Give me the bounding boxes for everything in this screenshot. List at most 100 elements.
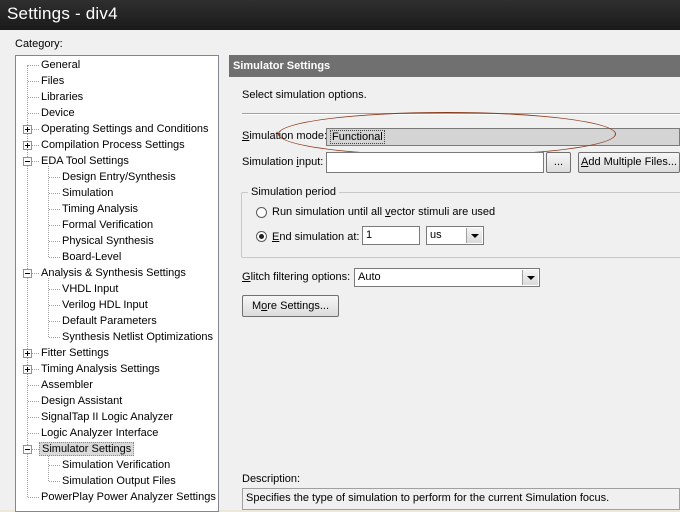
tree-connector (49, 481, 60, 482)
tree-connector (49, 209, 60, 210)
intro-text: Select simulation options. (242, 89, 367, 101)
tree-item[interactable]: Synthesis Netlist Optimizations (60, 329, 215, 345)
tree-connector (49, 225, 60, 226)
tree-connector (28, 81, 39, 82)
tree-item[interactable]: Device (39, 105, 77, 121)
simulation-input-field[interactable] (326, 152, 544, 173)
category-tree[interactable]: General Files Libraries Device Operating Set… (15, 55, 219, 512)
description-label: Description: (242, 473, 301, 485)
chevron-down-icon (466, 228, 482, 243)
tree-item-label: EDA Tool Settings (41, 155, 129, 167)
expand-icon[interactable] (23, 349, 32, 358)
separator (242, 113, 680, 115)
chevron-down-icon (522, 270, 538, 285)
expand-icon[interactable] (23, 125, 32, 134)
run-until-stimuli-radio[interactable] (256, 207, 267, 218)
tree-connector (28, 433, 39, 434)
expand-icon[interactable] (23, 365, 32, 374)
tree-item[interactable]: SignalTap II Logic Analyzer (39, 409, 175, 425)
tree-item-label: SignalTap II Logic Analyzer (41, 411, 174, 423)
tree-connector (28, 417, 39, 418)
collapse-icon[interactable] (23, 269, 32, 278)
tree-connector (49, 305, 60, 306)
expand-icon[interactable] (23, 141, 32, 150)
description-text: Specifies the type of simulation to perf… (246, 492, 610, 504)
simulation-mode-label: Simulation mode: (242, 130, 327, 142)
tree-item[interactable]: PowerPlay Power Analyzer Settings (39, 489, 218, 505)
tree-item-label: Physical Synthesis (62, 235, 154, 247)
tree-item[interactable]: VHDL Input (60, 281, 120, 297)
collapse-icon[interactable] (23, 157, 32, 166)
tree-item[interactable]: Design Entry/Synthesis (60, 169, 178, 185)
tree-item[interactable]: Simulator Settings (39, 441, 135, 457)
description-box: Specifies the type of simulation to perf… (242, 488, 680, 510)
time-unit-value: us (430, 229, 442, 241)
tree-item[interactable]: Analysis & Synthesis Settings (39, 265, 188, 281)
tree-item-label: Libraries (41, 91, 84, 103)
tree-item[interactable]: Simulation Verification (60, 457, 172, 473)
tree-connector (28, 113, 39, 114)
time-unit-select[interactable]: us (426, 226, 484, 245)
tree-item[interactable]: Formal Verification (60, 217, 155, 233)
tree-item-label: Logic Analyzer Interface (41, 427, 159, 439)
tree-item[interactable]: Verilog HDL Input (60, 297, 150, 313)
tree-item[interactable]: Files (39, 73, 66, 89)
tree-connector (49, 257, 60, 258)
tree-item-label: Simulation Verification (62, 459, 171, 471)
end-simulation-label: End simulation at: (272, 231, 360, 243)
add-multiple-files-button[interactable]: Add Multiple Files... (578, 152, 680, 173)
tree-item-label: Assembler (41, 379, 93, 391)
tree-item[interactable]: Libraries (39, 89, 85, 105)
tree-item-label: Verilog HDL Input (62, 299, 148, 311)
tree-connector (49, 177, 60, 178)
tree-connector (49, 465, 60, 466)
title-bar: Settings - div4 (0, 0, 680, 30)
tree-item[interactable]: Simulation (60, 185, 115, 201)
tree-item-label: PowerPlay Power Analyzer Settings (41, 491, 216, 503)
tree-connector (28, 65, 39, 66)
browse-button[interactable]: ... (546, 152, 571, 173)
tree-connector (49, 321, 60, 322)
tree-connector (49, 241, 60, 242)
glitch-filtering-select[interactable]: Auto (354, 268, 540, 287)
simulation-mode-combo[interactable]: Functional (326, 128, 680, 146)
run-until-stimuli-label: Run simulation until all vector stimuli … (272, 206, 496, 218)
tree-item[interactable]: Compilation Process Settings (39, 137, 187, 153)
tree-item[interactable]: Physical Synthesis (60, 233, 156, 249)
tree-item-label: Compilation Process Settings (41, 139, 185, 151)
tree-item-label: Files (41, 75, 65, 87)
collapse-icon[interactable] (23, 445, 32, 454)
tree-item[interactable]: Design Assistant (39, 393, 124, 409)
tree-connector (28, 497, 39, 498)
tree-connector (28, 97, 39, 98)
tree-item-label: Operating Settings and Conditions (41, 123, 209, 135)
tree-item[interactable]: Timing Analysis Settings (39, 361, 162, 377)
tree-item-label: Simulation (62, 187, 114, 199)
simulation-period-title: Simulation period (248, 186, 339, 198)
tree-item[interactable]: Board-Level (60, 249, 123, 265)
tree-item[interactable]: Simulation Output Files (60, 473, 178, 489)
tree-item-label: Default Parameters (62, 315, 157, 327)
tree-item[interactable]: General (39, 57, 82, 73)
tree-item-label: Design Assistant (41, 395, 123, 407)
category-label: Category: (15, 38, 63, 50)
tree-item[interactable]: Operating Settings and Conditions (39, 121, 211, 137)
tree-item[interactable]: Logic Analyzer Interface (39, 425, 160, 441)
tree-item-label: Formal Verification (62, 219, 154, 231)
simulation-mode-value: Functional (330, 130, 385, 144)
tree-item-label: Timing Analysis Settings (41, 363, 160, 375)
tree-item[interactable]: Fitter Settings (39, 345, 111, 361)
simulation-period-group (241, 192, 680, 258)
tree-item[interactable]: Assembler (39, 377, 95, 393)
tree-item-label: Analysis & Synthesis Settings (41, 267, 186, 279)
tree-item-label: Simulation Output Files (62, 475, 176, 487)
tree-connector (28, 401, 39, 402)
end-simulation-radio[interactable] (256, 231, 267, 242)
end-time-input[interactable]: 1 (362, 226, 420, 245)
tree-item[interactable]: Default Parameters (60, 313, 159, 329)
window-title: Settings - div4 (7, 4, 118, 23)
tree-item[interactable]: EDA Tool Settings (39, 153, 131, 169)
tree-item-label: Timing Analysis (62, 203, 139, 215)
more-settings-button[interactable]: More Settings... (242, 295, 339, 317)
tree-item[interactable]: Timing Analysis (60, 201, 140, 217)
